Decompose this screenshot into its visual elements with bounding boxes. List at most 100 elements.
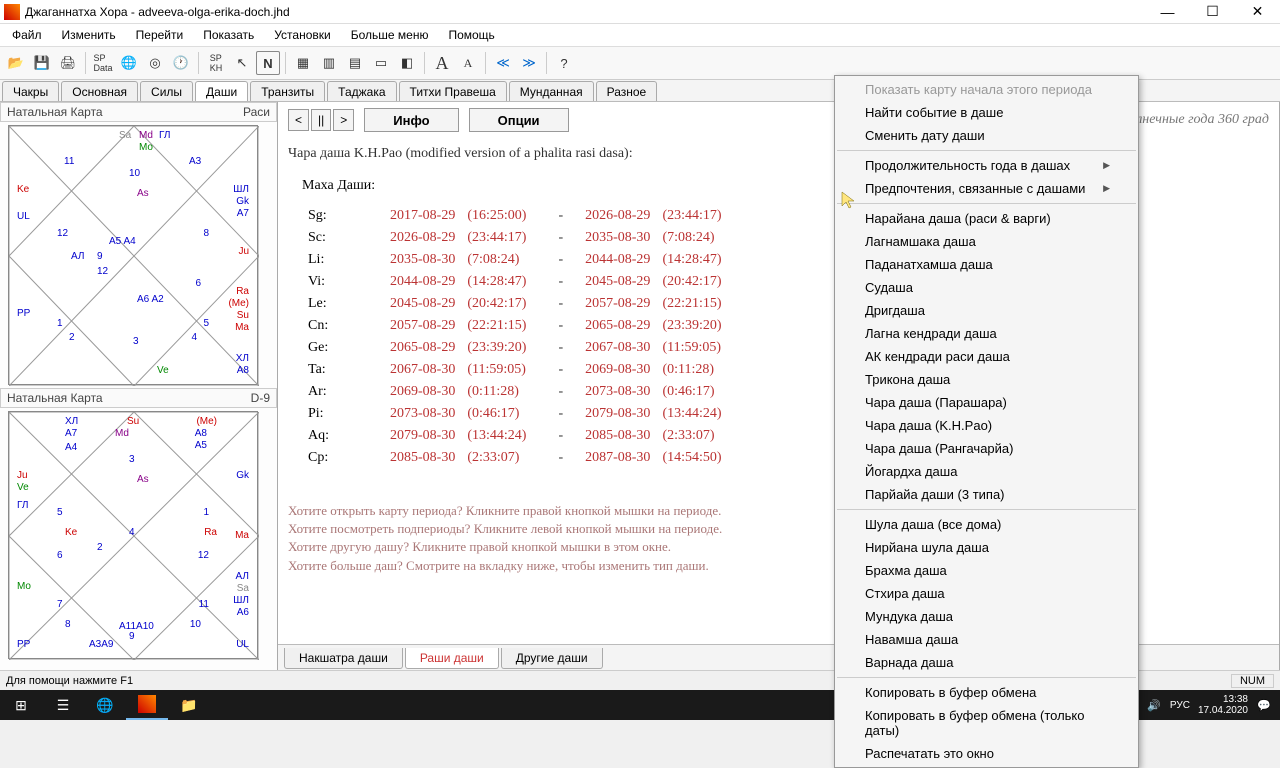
dasha-row[interactable]: Sc:2026-08-29(23:44:17)-2035-08-30(7:08:… — [308, 228, 732, 248]
dasha-table[interactable]: Sg:2017-08-29(16:25:00)-2026-08-29(23:44… — [306, 204, 734, 470]
context-item[interactable]: Чара даша (K.H.Pao) — [835, 414, 1138, 437]
dasha-row[interactable]: Ge:2065-08-29(23:39:20)-2067-08-30(11:59… — [308, 338, 732, 358]
chart-icon[interactable]: ▤ — [343, 51, 367, 75]
explorer-icon[interactable]: 📁 — [168, 690, 210, 720]
dasha-row[interactable]: Pi:2073-08-30(0:46:17)-2079-08-30(13:44:… — [308, 404, 732, 424]
context-item[interactable]: Брахма даша — [835, 559, 1138, 582]
tray-clock[interactable]: 13:3817.04.2020 — [1198, 694, 1248, 716]
menu-Установки[interactable]: Установки — [266, 26, 338, 44]
tray-notif-icon[interactable]: 💬 — [1256, 697, 1272, 713]
pause-button[interactable]: || — [311, 109, 331, 131]
options-button[interactable]: Опции — [469, 108, 569, 132]
context-item[interactable]: Копировать в буфер обмена (только даты) — [835, 704, 1138, 742]
font-small-icon[interactable]: A — [456, 51, 480, 75]
context-item[interactable]: Нарайана даша (раси & варги) — [835, 207, 1138, 230]
prev-button[interactable]: < — [288, 109, 309, 131]
context-item[interactable]: Распечатать это окно — [835, 742, 1138, 765]
context-item[interactable]: Стхира даша — [835, 582, 1138, 605]
bottom-tab-Накшатра даши[interactable]: Накшатра даши — [284, 648, 403, 669]
context-item[interactable]: Сменить дату даши — [835, 124, 1138, 147]
context-item[interactable]: Лагна кендради даша — [835, 322, 1138, 345]
grid2-icon[interactable]: ▥ — [317, 51, 341, 75]
spkn-icon[interactable]: SPKH — [204, 51, 228, 75]
tab-Чакры[interactable]: Чакры — [2, 81, 59, 101]
context-item[interactable]: Варнада даша — [835, 651, 1138, 674]
context-item[interactable]: Нирйана шула даша — [835, 536, 1138, 559]
tab-Силы[interactable]: Силы — [140, 81, 193, 101]
context-item[interactable]: Найти событие в даше — [835, 101, 1138, 124]
tab-Транзиты[interactable]: Транзиты — [250, 81, 325, 101]
dasha-row[interactable]: Ta:2067-08-30(11:59:05)-2069-08-30(0:11:… — [308, 360, 732, 380]
next-button[interactable]: > — [333, 109, 354, 131]
help-icon[interactable]: ? — [552, 51, 576, 75]
context-menu[interactable]: Показать карту начала этого периодаНайти… — [834, 75, 1139, 768]
tray-sound-icon[interactable]: 🔊 — [1146, 697, 1162, 713]
menu-Изменить[interactable]: Изменить — [54, 26, 124, 44]
context-item[interactable]: Парйайа даши (3 типа) — [835, 483, 1138, 506]
menu-Файл[interactable]: Файл — [4, 26, 50, 44]
context-item[interactable]: Предпочтения, связанные с дашами▶ — [835, 177, 1138, 200]
context-item[interactable]: Продолжительность года в дашах▶ — [835, 154, 1138, 177]
tab-Основная[interactable]: Основная — [61, 81, 138, 101]
context-item[interactable]: Мундука даша — [835, 605, 1138, 628]
context-item[interactable]: Йогардха даша — [835, 460, 1138, 483]
dasha-row[interactable]: Cn:2057-08-29(22:21:15)-2065-08-29(23:39… — [308, 316, 732, 336]
tray-lang[interactable]: РУС — [1170, 700, 1190, 711]
prev-icon[interactable]: ≪ — [491, 51, 515, 75]
bottom-tab-Другие даши[interactable]: Другие даши — [501, 648, 603, 669]
dasha-row[interactable]: Sg:2017-08-29(16:25:00)-2026-08-29(23:44… — [308, 206, 732, 226]
box-icon[interactable]: ◧ — [395, 51, 419, 75]
tab-Таджака[interactable]: Таджака — [327, 81, 396, 101]
open-icon[interactable]: 📂 — [4, 51, 28, 75]
context-item[interactable]: Судаша — [835, 276, 1138, 299]
context-item[interactable]: Лагнамшака даша — [835, 230, 1138, 253]
data-icon[interactable]: SPData — [91, 51, 115, 75]
context-item[interactable]: Навамша даша — [835, 628, 1138, 651]
tab-Титхи Правеша[interactable]: Титхи Правеша — [399, 81, 507, 101]
dasha-row[interactable]: Aq:2079-08-30(13:44:24)-2085-08-30(2:33:… — [308, 426, 732, 446]
context-item[interactable]: Шула даша (все дома) — [835, 513, 1138, 536]
close-button[interactable]: ✕ — [1235, 0, 1280, 24]
context-item[interactable]: Чара даша (Рангачарйа) — [835, 437, 1138, 460]
target-icon[interactable]: ◎ — [143, 51, 167, 75]
chart2-type: D-9 — [251, 391, 270, 405]
menu-Показать[interactable]: Показать — [195, 26, 262, 44]
n-icon[interactable]: N — [256, 51, 280, 75]
pointer-icon[interactable]: ↖ — [230, 51, 254, 75]
context-item[interactable]: Паданатхамша даша — [835, 253, 1138, 276]
bars-icon[interactable]: ▭ — [369, 51, 393, 75]
next-icon[interactable]: ≫ — [517, 51, 541, 75]
context-item[interactable]: Дригдаша — [835, 299, 1138, 322]
context-item[interactable]: Чара даша (Парашара) — [835, 391, 1138, 414]
context-item[interactable]: Копировать в буфер обмена — [835, 681, 1138, 704]
menu-Больше меню[interactable]: Больше меню — [343, 26, 437, 44]
natal-chart-d9[interactable]: ХЛSu(Me) A7MdA8A5 A4 3 JuVe As Gk ГЛ 51 … — [8, 411, 258, 659]
print-icon[interactable]: 🖨 — [56, 51, 80, 75]
start-button[interactable]: ⊞ — [0, 690, 42, 720]
globe-icon[interactable]: 🌐 — [117, 51, 141, 75]
info-button[interactable]: Инфо — [364, 108, 458, 132]
maximize-button[interactable]: ☐ — [1190, 0, 1235, 24]
context-item[interactable]: АК кендради раси даша — [835, 345, 1138, 368]
dasha-row[interactable]: Le:2045-08-29(20:42:17)-2057-08-29(22:21… — [308, 294, 732, 314]
tab-Разное[interactable]: Разное — [596, 81, 658, 101]
bottom-tab-Раши даши[interactable]: Раши даши — [405, 648, 499, 669]
dasha-row[interactable]: Ar:2069-08-30(0:11:28)-2073-08-30(0:46:1… — [308, 382, 732, 402]
grid-icon[interactable]: ▦ — [291, 51, 315, 75]
natal-chart-rasi[interactable]: SaMdГЛ Mo 11A3 10 Ke As ШЛGkA7 UL 128 A5… — [8, 125, 258, 385]
font-big-icon[interactable]: A — [430, 51, 454, 75]
taskview-button[interactable]: ☰ — [42, 690, 84, 720]
minimize-button[interactable]: — — [1145, 0, 1190, 24]
jhora-taskbar-icon[interactable] — [126, 690, 168, 720]
context-item[interactable]: Трикона даша — [835, 368, 1138, 391]
dasha-row[interactable]: Li:2035-08-30(7:08:24)-2044-08-29(14:28:… — [308, 250, 732, 270]
dasha-row[interactable]: Vi:2044-08-29(14:28:47)-2045-08-29(20:42… — [308, 272, 732, 292]
dasha-row[interactable]: Cp:2085-08-30(2:33:07)-2087-08-30(14:54:… — [308, 448, 732, 468]
save-icon[interactable]: 💾 — [30, 51, 54, 75]
tab-Мунданная[interactable]: Мунданная — [509, 81, 594, 101]
chrome-icon[interactable]: 🌐 — [84, 690, 126, 720]
clock-icon[interactable]: 🕐 — [169, 51, 193, 75]
menu-Помощь[interactable]: Помощь — [440, 26, 502, 44]
tab-Даши[interactable]: Даши — [195, 81, 248, 101]
menu-Перейти[interactable]: Перейти — [128, 26, 192, 44]
